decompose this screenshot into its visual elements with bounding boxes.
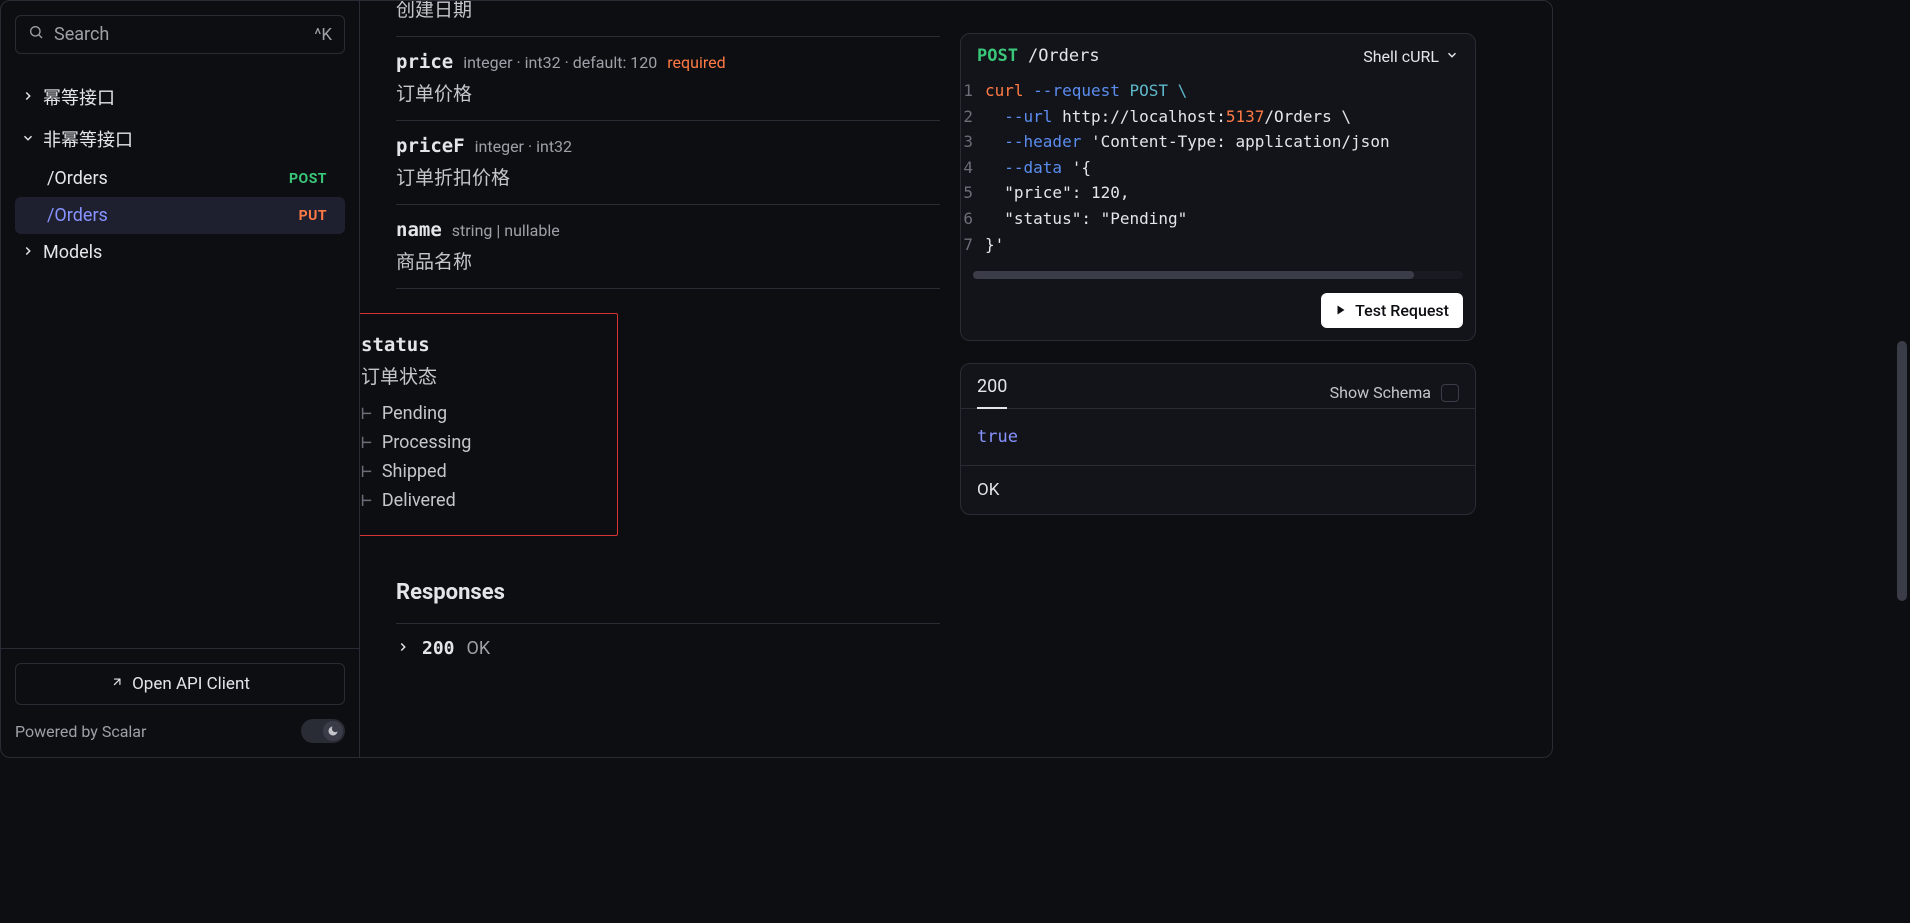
sidebar-section-nonidempotent[interactable]: 非幂等接口 [15, 118, 345, 160]
method-badge: PUT [299, 208, 327, 224]
responses-heading: Responses [396, 580, 940, 605]
field-desc: 订单折扣价格 [396, 163, 940, 190]
sidebar-item-models[interactable]: Models [15, 234, 345, 271]
enum-marker-icon: ⊢ [361, 432, 372, 453]
search-placeholder: Search [54, 24, 109, 45]
chevron-right-icon [21, 242, 35, 263]
search-shortcut: ^K [314, 25, 332, 45]
sidebar-section-idempotent[interactable]: 幂等接口 [15, 76, 345, 118]
field-desc: 订单价格 [396, 79, 940, 106]
field-name: price [396, 51, 453, 73]
enum-value: ⊢Shipped [361, 457, 601, 486]
show-schema-toggle[interactable]: Show Schema [1330, 383, 1459, 402]
test-request-button[interactable]: Test Request [1321, 293, 1463, 328]
code-block[interactable]: 1curl --request POST \2 --url http://loc… [961, 78, 1475, 265]
code-method: POST [977, 46, 1018, 66]
response-item[interactable]: 200 OK [396, 623, 940, 673]
checkbox-icon [1441, 384, 1459, 402]
theme-toggle[interactable] [301, 719, 345, 743]
field-desc: 商品名称 [396, 247, 940, 274]
page-scrollbar[interactable] [1894, 0, 1910, 923]
response-ok-label: OK [961, 466, 1475, 514]
enum-marker-icon: ⊢ [361, 403, 372, 424]
sidebar-item-orders-post[interactable]: /Orders POST [15, 160, 345, 197]
response-body: true [961, 408, 1475, 466]
powered-by-label: Powered by Scalar [15, 722, 146, 741]
response-label: OK [467, 638, 491, 659]
open-api-client-button[interactable]: Open API Client [15, 663, 345, 705]
language-select[interactable]: Shell cURL [1363, 47, 1459, 66]
response-panel: 200 Show Schema true OK [960, 363, 1476, 515]
code-scrollbar[interactable] [973, 271, 1463, 279]
search-input[interactable]: Search ^K [15, 15, 345, 54]
code-path: /Orders [1028, 46, 1100, 66]
field-desc: 创建日期 [396, 1, 940, 22]
sidebar-models-label: Models [43, 242, 102, 263]
sidebar-section-label: 幂等接口 [43, 84, 115, 110]
method-badge: POST [289, 171, 327, 187]
test-request-label: Test Request [1355, 301, 1449, 320]
response-tab-200[interactable]: 200 [977, 376, 1007, 409]
sidebar-section-label: 非幂等接口 [43, 126, 133, 152]
sidebar-item-orders-put[interactable]: /Orders PUT [15, 197, 345, 234]
search-icon [28, 24, 44, 45]
external-link-icon [110, 674, 124, 694]
moon-icon [327, 722, 339, 741]
field-name: name [396, 219, 442, 241]
field-required: required [667, 53, 725, 72]
enum-value: ⊢Processing [361, 428, 601, 457]
chevron-right-icon [396, 638, 410, 659]
field-type: string | nullable [452, 221, 560, 240]
enum-marker-icon: ⊢ [361, 461, 372, 482]
field-type: integer · int32 [475, 137, 572, 156]
field-name: priceF [396, 135, 465, 157]
enum-marker-icon: ⊢ [361, 490, 372, 511]
chevron-right-icon [21, 87, 35, 108]
field-type: integer · int32 · default: 120 [463, 53, 657, 72]
field-desc: 订单状态 [361, 362, 601, 389]
status-highlight-box: status 订单状态 ⊢Pending ⊢Processing ⊢Shippe… [360, 313, 618, 536]
show-schema-label: Show Schema [1330, 383, 1431, 402]
sidebar-item-path: /Orders [47, 205, 108, 226]
sidebar-item-path: /Orders [47, 168, 108, 189]
enum-value: ⊢Pending [361, 399, 601, 428]
open-api-label: Open API Client [132, 674, 250, 694]
response-code: 200 [422, 638, 455, 659]
code-sample-panel: POST /Orders Shell cURL 1curl --request … [960, 33, 1476, 341]
chevron-down-icon [1445, 47, 1459, 66]
enum-value: ⊢Delivered [361, 486, 601, 515]
field-name: status [361, 334, 601, 356]
chevron-down-icon [21, 129, 35, 150]
play-icon [1335, 301, 1347, 320]
language-label: Shell cURL [1363, 47, 1439, 66]
